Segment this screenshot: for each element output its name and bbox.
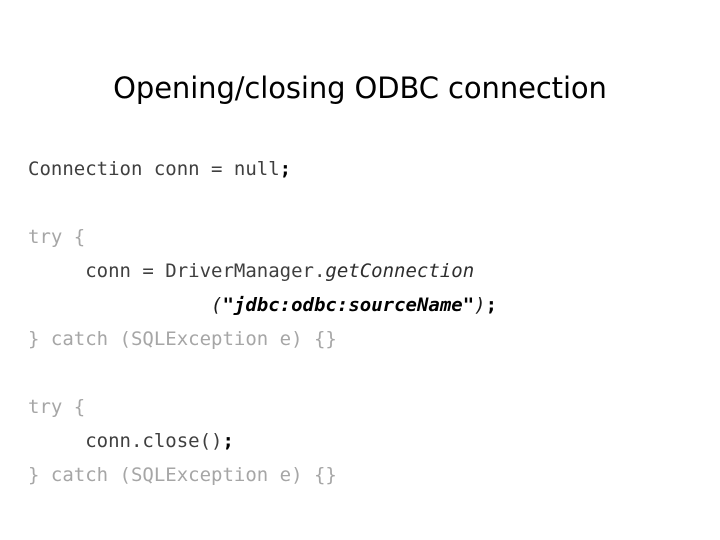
- code-token-italic: ): [474, 294, 486, 316]
- code-token-italic: (: [211, 294, 223, 316]
- line-close: conn.close();: [28, 424, 700, 458]
- presentation-slide: Opening/closing ODBC connection Connecti…: [0, 0, 720, 540]
- code-token-ident: Connection conn = null: [28, 158, 280, 180]
- line-try-open-1: try {: [28, 220, 700, 254]
- line-blank-1: [28, 186, 700, 220]
- code-block: Connection conn = null; try { conn = Dri…: [28, 152, 700, 492]
- line-try-open-2: try {: [28, 390, 700, 424]
- code-token-keyword: } catch (SQLException e) {}: [28, 464, 337, 486]
- line-catch-1: } catch (SQLException e) {}: [28, 322, 700, 356]
- code-token-keyword: } catch (SQLException e) {}: [28, 328, 337, 350]
- code-token-keyword: try {: [28, 226, 86, 248]
- code-token-punct-dark: ;: [222, 430, 234, 452]
- code-token-ident: conn.close(): [85, 430, 223, 452]
- code-token-string: "jdbc:odbc:sourceName": [222, 294, 475, 316]
- code-token-method: getConnection: [325, 260, 475, 282]
- line-jdbc-url: ("jdbc:odbc:sourceName");: [28, 288, 700, 322]
- line-declaration: Connection conn = null;: [28, 152, 700, 186]
- code-token-ident: conn = DriverManager.: [85, 260, 326, 282]
- line-getconnection: conn = DriverManager.getConnection: [28, 254, 700, 288]
- line-catch-2: } catch (SQLException e) {}: [28, 458, 700, 492]
- page-title: Opening/closing ODBC connection: [113, 71, 607, 106]
- code-token-keyword: try {: [28, 396, 86, 418]
- code-token-punct-dark: ;: [485, 294, 498, 316]
- line-blank-2: [28, 356, 700, 390]
- code-token-punct-dark: ;: [279, 158, 292, 180]
